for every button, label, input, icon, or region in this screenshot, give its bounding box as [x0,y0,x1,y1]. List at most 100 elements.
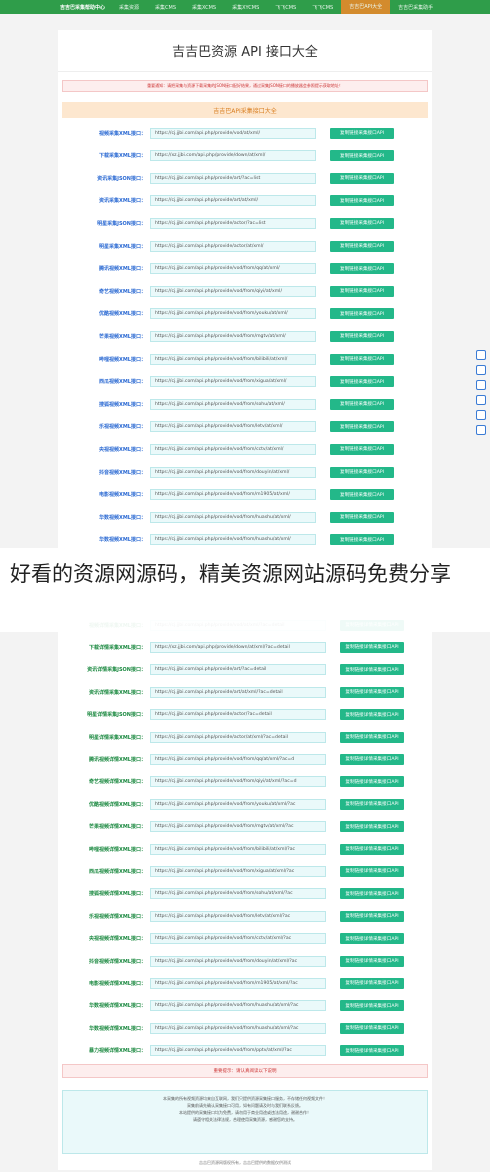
copy-api-button[interactable]: 复制链接采集接口API [330,240,394,252]
nav-item[interactable]: 飞飞CMS [304,4,341,11]
help-icon[interactable] [476,425,486,435]
api-url-field[interactable]: https://xz.jjbi.com/api.php/provide/down… [150,641,326,653]
copy-api-button[interactable]: 复制链接详情采集接口API [340,821,404,833]
api-url-field[interactable]: https://cj.jjbi.com/api.php/provide/vod/… [150,466,316,478]
copy-api-button[interactable]: 复制链接详情采集接口API [340,888,404,900]
copy-api-button[interactable]: 复制链接采集接口API [330,172,394,184]
api-url-field[interactable]: https://cj.jjbi.com/api.php/provide/vod/… [150,798,326,810]
copy-api-button[interactable]: 复制链接采集接口API [330,127,394,139]
api-url-field[interactable]: https://cj.jjbi.com/api.php/provide/vod/… [150,821,326,833]
api-row: 乐视视频详情XML接口： https://cj.jjbi.com/api.php/… [62,909,428,923]
copy-api-button[interactable]: 复制链接采集接口API [330,443,394,455]
nav-item[interactable]: 采集XCMS [184,4,224,11]
nav-item[interactable]: 采集XYCMS [224,4,267,11]
copy-api-button[interactable]: 复制链接采集接口API [330,353,394,365]
copy-api-button[interactable]: 复制链接详情采集接口API [340,843,404,855]
qrcode-icon[interactable] [476,365,486,375]
copy-api-button[interactable]: 复制链接详情采集接口API [340,977,404,989]
api-url-field[interactable]: https://cj.jjbi.com/api.php/provide/vod/… [150,330,316,342]
copy-api-button[interactable]: 复制链接详情采集接口API [340,641,404,653]
api-url-field[interactable]: https://cj.jjbi.com/api.php/provide/vod/… [150,376,316,388]
api-url-field[interactable]: https://cj.jjbi.com/api.php/provide/vod/… [150,1045,326,1057]
copy-api-button[interactable]: 复制链接采集接口API [330,150,394,162]
api-url-field[interactable]: https://cj.jjbi.com/api.php/provide/vod/… [150,933,326,945]
copy-api-button[interactable]: 复制链接详情采集接口API [340,753,404,765]
api-row: 华数视频XML接口： https://cj.jjbi.com/api.php/pr… [62,533,428,547]
api-label: 搜狐视频XML接口： [98,401,146,408]
copy-api-button[interactable]: 复制链接采集接口API [330,285,394,297]
copy-api-button[interactable]: 复制链接采集接口API [330,217,394,229]
copy-api-button[interactable]: 复制链接采集接口API [330,330,394,342]
copy-api-button[interactable]: 复制链接详情采集接口API [340,776,404,788]
api-row: 电影视频详情XML接口： https://cj.jjbi.com/api.php/… [62,976,428,990]
copy-api-button[interactable]: 复制链接详情采集接口API [340,933,404,945]
site-brand[interactable]: 吉吉巴采集帮助中心 [0,4,111,11]
copy-api-button[interactable]: 复制链接采集接口API [330,398,394,410]
copy-api-button[interactable]: 复制链接详情采集接口API [340,910,404,922]
copy-api-button[interactable]: 复制链接采集接口API [330,511,394,523]
copy-api-button[interactable]: 复制链接详情采集接口API [340,709,404,721]
api-url-field[interactable]: https://cj.jjbi.com/api.php/provide/vod/… [150,977,326,989]
api-url-field[interactable]: https://cj.jjbi.com/api.php/provide/acto… [150,709,326,721]
api-url-field[interactable]: https://cj.jjbi.com/api.php/provide/art/… [150,172,316,184]
api-url-field[interactable]: https://cj.jjbi.com/api.php/provide/vod/… [150,776,326,788]
api-url-field[interactable]: https://cj.jjbi.com/api.php/provide/art/… [150,686,326,698]
api-url-field[interactable]: https://cj.jjbi.com/api.php/provide/vod/… [150,489,316,501]
copy-api-button[interactable]: 复制链接详情采集接口API [340,798,404,810]
copy-api-button[interactable]: 复制链接详情采集接口API [340,955,404,967]
copy-api-button[interactable]: 复制链接采集接口API [330,489,394,501]
api-url-field[interactable]: https://cj.jjbi.com/api.php/provide/vod/… [150,865,326,877]
api-url-field[interactable]: https://cj.jjbi.com/api.php/provide/vod/… [150,910,326,922]
api-url-field[interactable]: https://cj.jjbi.com/api.php/provide/vod/… [150,421,316,433]
copy-api-button[interactable]: 复制链接详情采集接口API [340,664,404,676]
api-url-field[interactable]: https://cj.jjbi.com/api.php/provide/vod/… [150,127,316,139]
nav-item-active[interactable]: 吉吉巴API大全 [341,0,391,14]
api-label: 明星详情采集XML接口： [88,734,146,741]
copy-api-button[interactable]: 复制链接采集接口API [330,376,394,388]
api-url-field[interactable]: https://cj.jjbi.com/api.php/provide/vod/… [150,353,316,365]
copy-api-button[interactable]: 复制链接详情采集接口API [340,1000,404,1012]
document-icon[interactable] [476,410,486,420]
api-url-field[interactable]: https://cj.jjbi.com/api.php/provide/vod/… [150,955,326,967]
api-url-field[interactable]: https://cj.jjbi.com/api.php/provide/vod/… [150,753,326,765]
api-url-field[interactable]: https://cj.jjbi.com/api.php/provide/vod/… [150,398,316,410]
copy-api-button[interactable]: 复制链接采集接口API [330,195,394,207]
copy-api-button[interactable]: 复制链接详情采集接口API [340,865,404,877]
api-label: 资讯采集XML接口： [98,198,146,205]
copy-api-button[interactable]: 复制链接采集接口API [330,421,394,433]
api-url-field[interactable]: https://cj.jjbi.com/api.php/provide/vod/… [150,888,326,900]
copy-api-button[interactable]: 复制链接采集接口API [330,466,394,478]
nav-item[interactable]: 吉吉巴采集助手 [390,4,441,11]
top-notice: 重要通知：请把采集与资源下载采集的JSON接口配好结果，通过采集JSON接口的播… [62,80,428,92]
api-url-field[interactable]: https://cj.jjbi.com/api.php/provide/vod/… [150,1000,326,1012]
api-url-field[interactable]: https://cj.jjbi.com/api.php/provide/vod/… [150,308,316,320]
copy-api-button[interactable]: 复制链接采集接口API [330,263,394,275]
api-label: 电影视频XML接口： [98,492,146,499]
api-url-field[interactable]: https://cj.jjbi.com/api.php/provide/vod/… [150,285,316,297]
api-url-field[interactable]: https://cj.jjbi.com/api.php/provide/art/… [150,195,316,207]
api-url-field[interactable]: https://cj.jjbi.com/api.php/provide/art/… [150,664,326,676]
api-url-field[interactable]: https://cj.jjbi.com/api.php/provide/vod/… [150,443,316,455]
share-icon[interactable] [476,350,486,360]
nav-item[interactable]: 飞飞CMS [267,4,304,11]
api-url-field[interactable]: https://cj.jjbi.com/api.php/provide/vod/… [150,511,316,523]
copy-api-button[interactable]: 复制链接详情采集接口API [340,686,404,698]
copy-api-button[interactable]: 复制链接采集接口API [330,534,394,546]
api-url-field[interactable]: https://cj.jjbi.com/api.php/provide/acto… [150,217,316,229]
translate-icon[interactable] [476,395,486,405]
copy-api-button[interactable]: 复制链接详情采集接口API [340,1045,404,1057]
nav-item[interactable]: 采集CMS [147,4,184,11]
api-url-field[interactable]: https://cj.jjbi.com/api.php/provide/vod/… [150,843,326,855]
copy-api-button[interactable]: 复制链接详情采集接口API [340,731,404,743]
copy-icon[interactable] [476,380,486,390]
api-url-field[interactable]: https://cj.jjbi.com/api.php/provide/vod/… [150,534,316,546]
copy-api-button[interactable]: 复制链接采集接口API [330,308,394,320]
api-url-field[interactable]: https://cj.jjbi.com/api.php/provide/acto… [150,731,326,743]
api-url-field[interactable]: https://cj.jjbi.com/api.php/provide/acto… [150,240,316,252]
api-url-field[interactable]: https://cj.jjbi.com/api.php/provide/vod/… [150,263,316,275]
api-label: 腾讯视频详情XML接口： [88,756,146,763]
api-url-field[interactable]: https://xz.jjbi.com/api.php/provide/down… [150,150,316,162]
nav-item[interactable]: 采集资源 [111,4,147,11]
api-url-field[interactable]: https://cj.jjbi.com/api.php/provide/vod/… [150,1022,326,1034]
copy-api-button[interactable]: 复制链接详情采集接口API [340,1022,404,1034]
